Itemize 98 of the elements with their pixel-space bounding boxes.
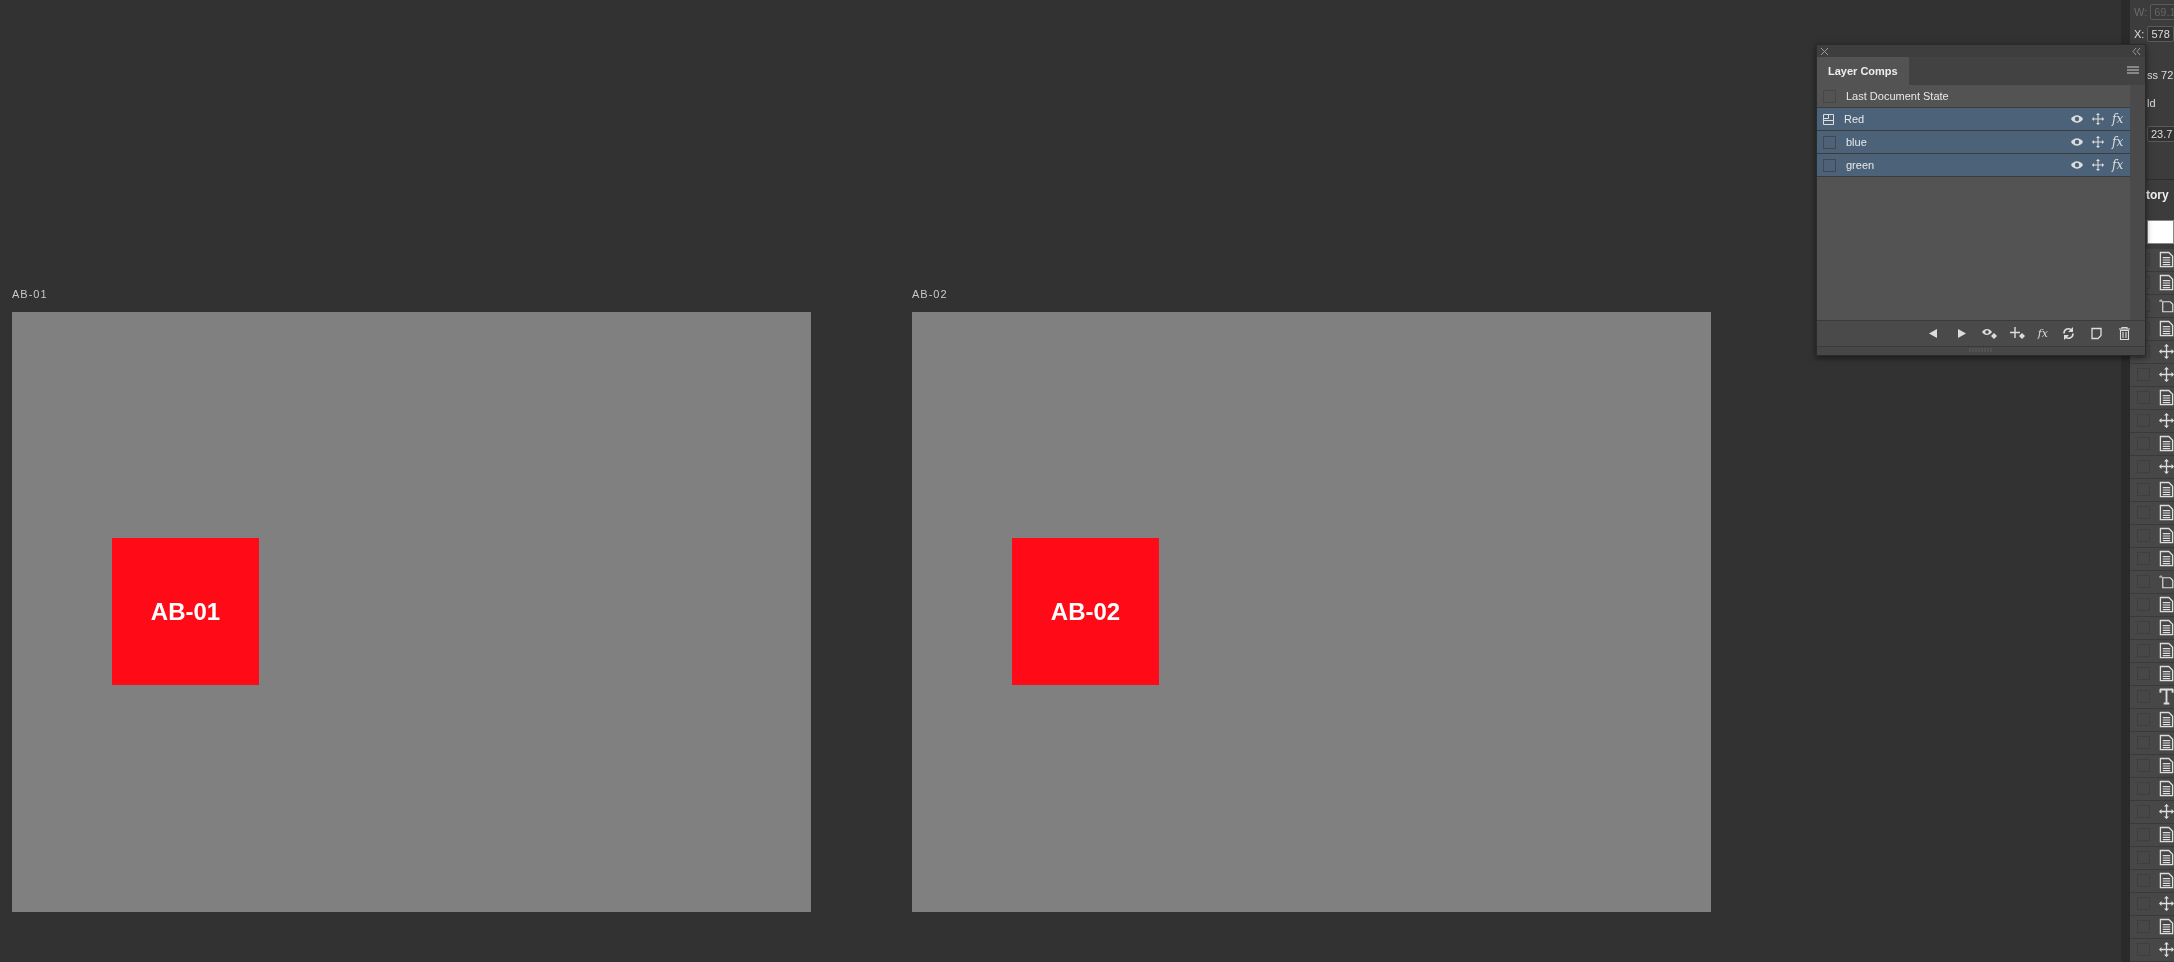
history-state[interactable] (2130, 433, 2174, 456)
visibility-icon[interactable] (2070, 159, 2084, 171)
comp-checkbox[interactable] (1823, 135, 1836, 149)
appearance-fx[interactable]: fx (2112, 135, 2126, 149)
comp-name: green (1846, 159, 1876, 171)
history-snapshot[interactable] (2147, 220, 2174, 244)
move-icon (2159, 343, 2174, 361)
move-icon (2159, 458, 2174, 476)
document-icon (2159, 619, 2174, 637)
history-state[interactable] (2130, 364, 2174, 387)
document-icon (2159, 665, 2174, 683)
resize-grip-icon[interactable] (1969, 347, 1993, 353)
history-state[interactable] (2130, 594, 2174, 617)
history-state[interactable] (2130, 387, 2174, 410)
document-icon (2159, 734, 2174, 752)
menu-icon[interactable] (2127, 66, 2139, 76)
document-icon (2159, 642, 2174, 660)
history-state[interactable] (2130, 847, 2174, 870)
font-size-fragment: ss 72 (2147, 68, 2174, 81)
history-state[interactable] (2130, 893, 2174, 916)
history-state[interactable] (2130, 479, 2174, 502)
document-icon (2159, 251, 2174, 269)
position-icon (2091, 136, 2105, 148)
comp-name: blue (1846, 136, 1868, 148)
x-field[interactable]: 578 (2147, 25, 2174, 42)
position-icon (2091, 159, 2105, 171)
history-state[interactable] (2130, 709, 2174, 732)
fx-diamond-button[interactable]: fx (2037, 327, 2048, 340)
layer-comp-row[interactable]: Red fx (1817, 108, 2130, 131)
font-style-fragment: ld (2147, 96, 2156, 109)
new-document-icon (2159, 573, 2174, 591)
artboard-label: AB-02 (912, 288, 948, 302)
artboard-label: AB-01 (12, 288, 48, 302)
x-label: X: (2134, 27, 2145, 40)
history-state[interactable] (2130, 939, 2174, 962)
size-field[interactable]: 23.7 (2147, 126, 2174, 143)
history-state[interactable] (2130, 456, 2174, 479)
new-comp-icon[interactable] (2089, 327, 2104, 340)
history-state[interactable] (2130, 824, 2174, 847)
history-state[interactable] (2130, 410, 2174, 433)
comp-name: Last Document State (1846, 90, 1950, 102)
move-icon (2159, 941, 2174, 959)
document-icon (2159, 320, 2174, 338)
document-icon (2159, 849, 2174, 867)
document-icon (2159, 918, 2174, 936)
document-icon (2159, 481, 2174, 499)
refresh-icon[interactable] (2061, 327, 2076, 340)
layer-text: AB-02 (1050, 597, 1121, 626)
history-state[interactable] (2130, 755, 2174, 778)
document-icon (2159, 274, 2174, 292)
document-icon (2159, 711, 2174, 729)
document-icon (2159, 389, 2174, 407)
comp-checkbox[interactable] (1823, 158, 1836, 172)
history-state[interactable] (2130, 778, 2174, 801)
close-icon[interactable] (1821, 47, 1828, 55)
layer-comp-row[interactable]: green fx (1817, 154, 2130, 177)
history-state[interactable] (2130, 732, 2174, 755)
history-state[interactable] (2130, 870, 2174, 893)
layer-text: AB-01 (150, 597, 221, 626)
history-state[interactable] (2130, 617, 2174, 640)
document-icon (2159, 527, 2174, 545)
document-icon (2159, 435, 2174, 453)
trash-icon[interactable] (2117, 327, 2132, 340)
position-icon (2091, 113, 2105, 125)
history-state[interactable] (2130, 502, 2174, 525)
move-diamond-icon[interactable] (2009, 327, 2025, 340)
collapse-icon[interactable] (2132, 47, 2141, 55)
move-icon (2159, 803, 2174, 821)
history-state[interactable] (2130, 916, 2174, 939)
document-icon (2159, 757, 2174, 775)
appearance-fx[interactable]: fx (2112, 112, 2126, 126)
history-state[interactable] (2130, 801, 2174, 824)
history-state[interactable] (2130, 686, 2174, 709)
move-icon (2159, 366, 2174, 384)
history-title: tory (2146, 188, 2169, 203)
history-state[interactable] (2130, 663, 2174, 686)
visibility-icon[interactable] (2070, 136, 2084, 148)
comp-name: Red (1844, 113, 1866, 125)
document-icon (2159, 872, 2174, 890)
document-icon (2159, 780, 2174, 798)
document-icon (2159, 550, 2174, 568)
scrollbar-track[interactable] (2130, 85, 2145, 320)
new-document-icon (2159, 297, 2174, 315)
layer-comps-tab[interactable]: Layer Comps (1817, 57, 1909, 85)
eye-diamond-icon[interactable] (1981, 327, 1997, 340)
appearance-fx[interactable]: fx (2112, 158, 2126, 172)
visibility-icon[interactable] (2070, 113, 2084, 125)
history-state[interactable] (2130, 571, 2174, 594)
history-state[interactable] (2130, 548, 2174, 571)
document-icon (2159, 596, 2174, 614)
move-icon (2159, 895, 2174, 913)
history-state[interactable] (2130, 525, 2174, 548)
history-state[interactable] (2130, 640, 2174, 663)
layer-comp-row[interactable]: blue fx (1817, 131, 2130, 154)
move-icon (2159, 412, 2174, 430)
document-icon (2159, 826, 2174, 844)
document-icon (2159, 504, 2174, 522)
type-tool-icon (2159, 688, 2174, 706)
